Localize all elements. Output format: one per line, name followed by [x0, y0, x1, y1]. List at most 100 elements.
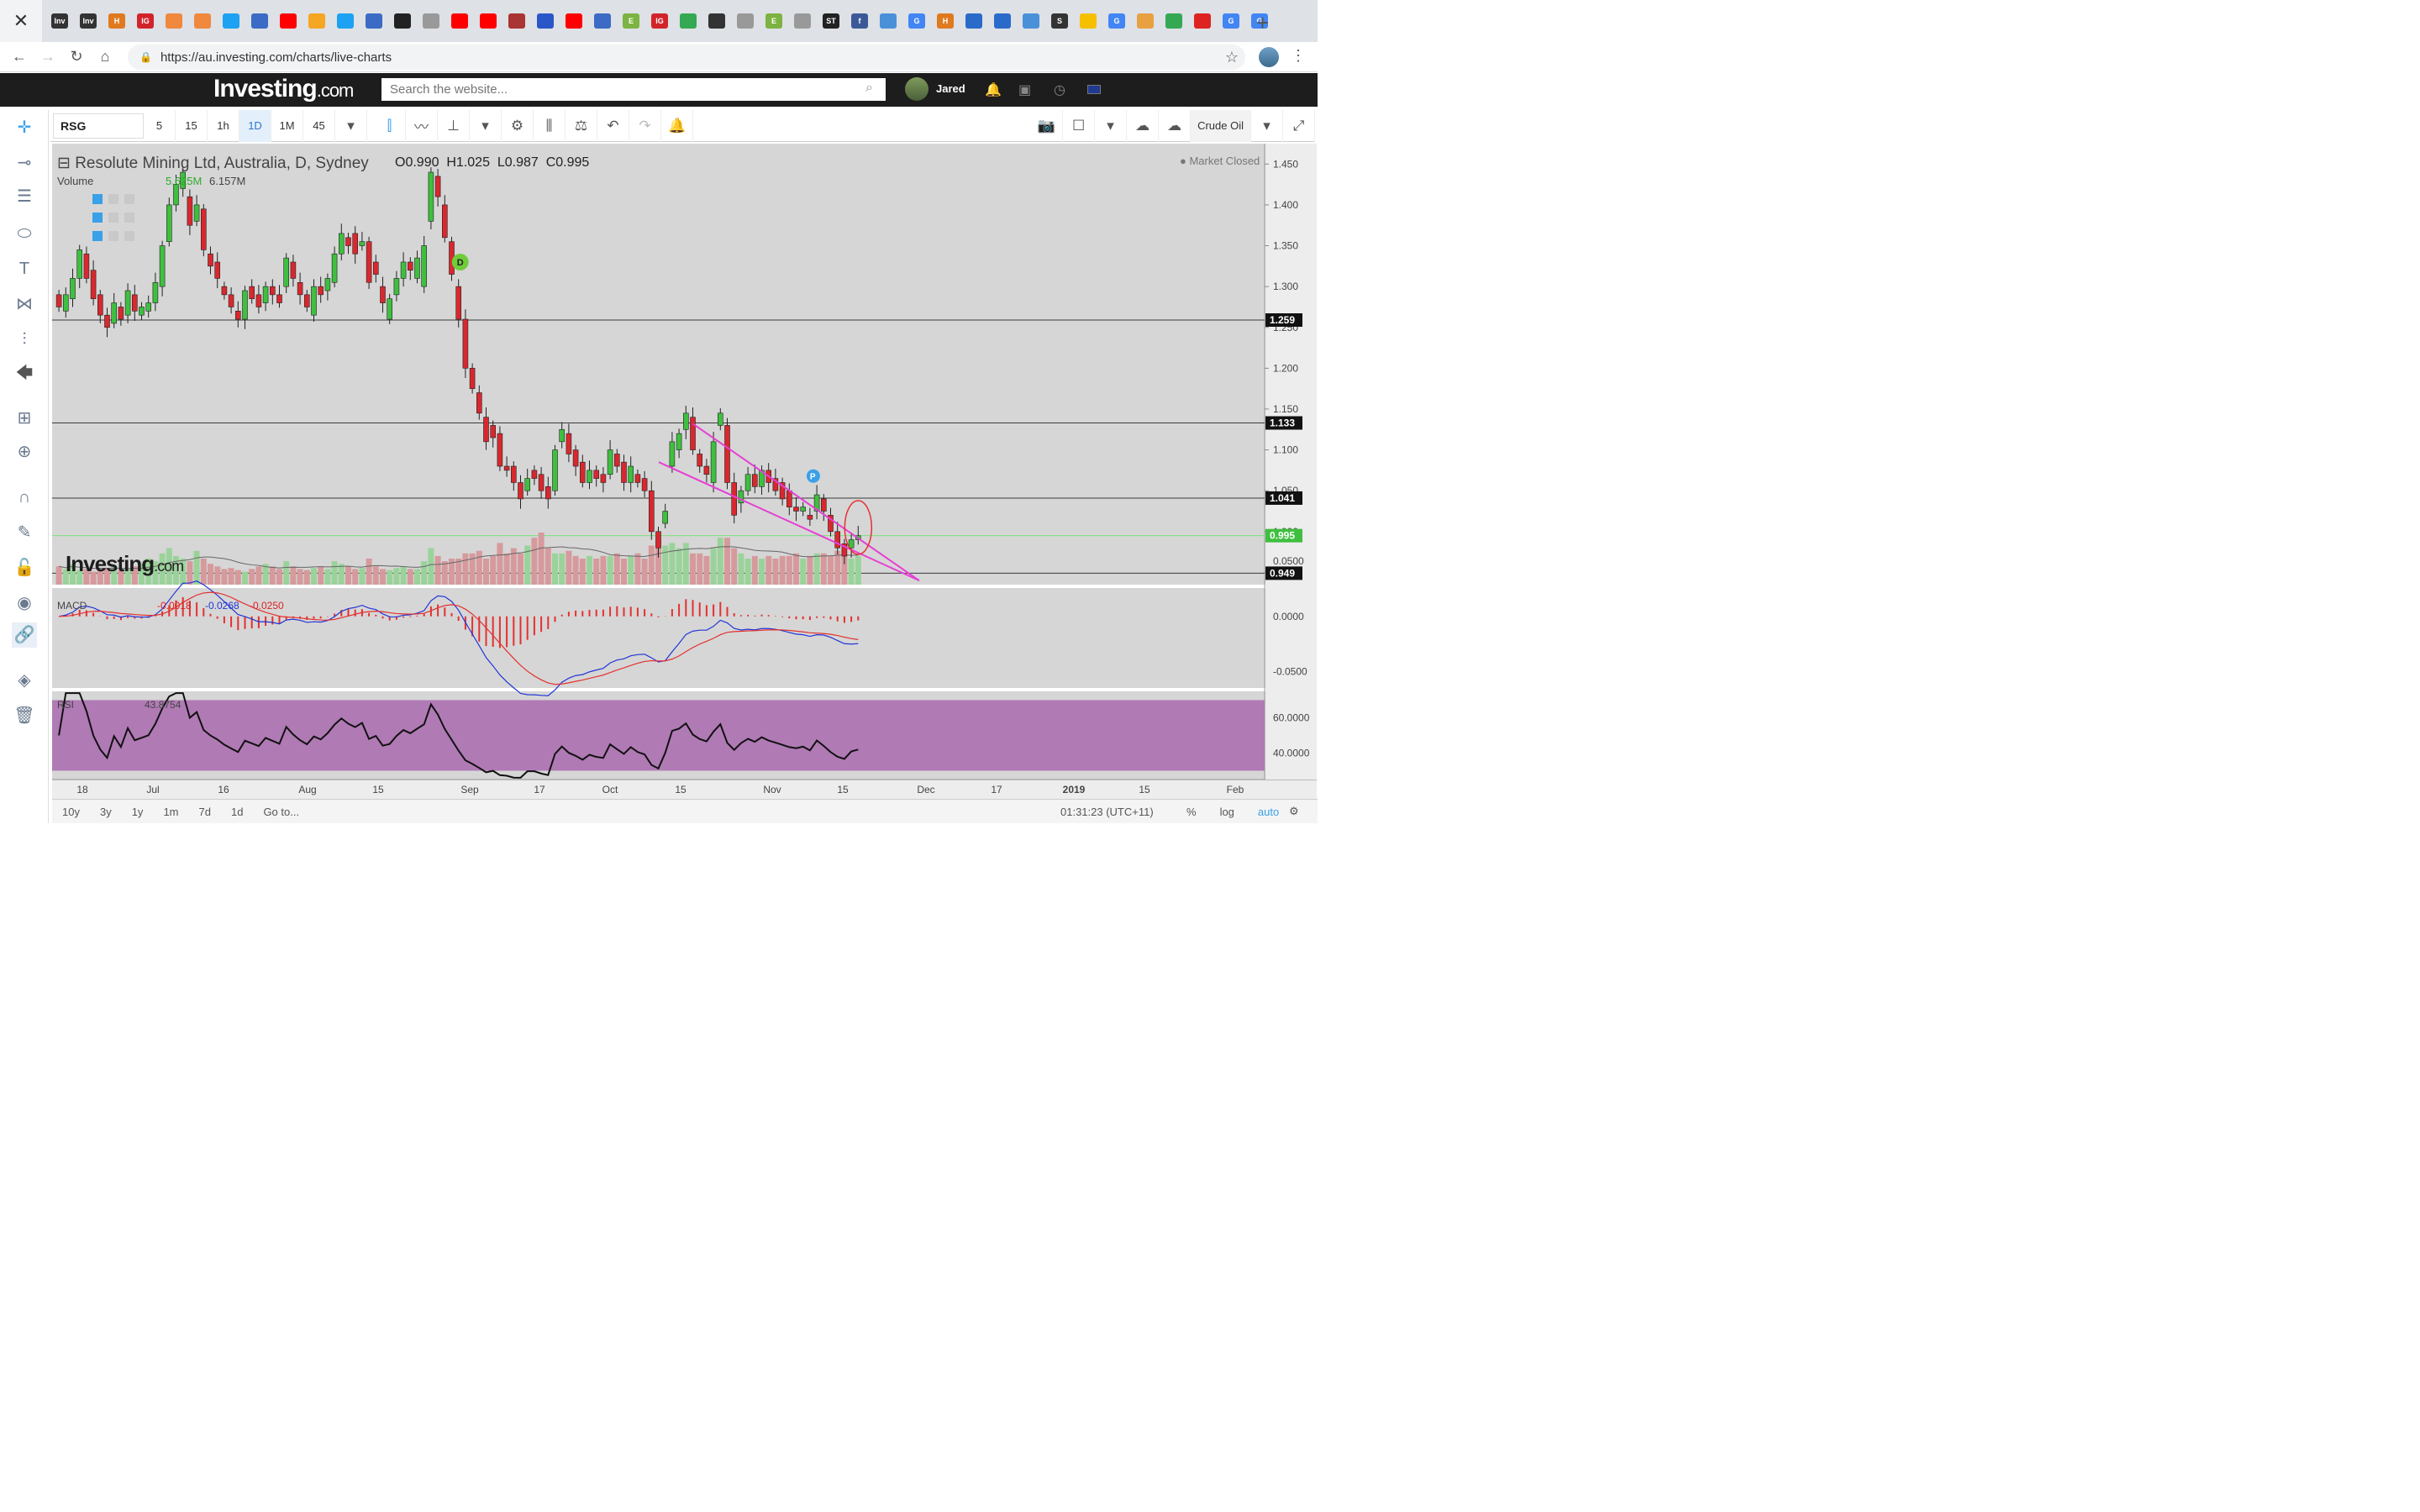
- visibility-icon[interactable]: ◉: [12, 591, 37, 616]
- bookmark-favicon-icon[interactable]: [166, 13, 182, 29]
- crosshair-icon[interactable]: ✛: [12, 115, 37, 140]
- bookmark-favicon-icon[interactable]: [566, 13, 582, 29]
- bookmark-favicon-icon[interactable]: IG: [651, 13, 668, 29]
- new-tab-icon[interactable]: +: [1256, 10, 1269, 36]
- bookmark-favicon-icon[interactable]: [508, 13, 525, 29]
- lock-drawings-icon[interactable]: 🔓: [12, 555, 37, 580]
- bookmark-favicon-icon[interactable]: [366, 13, 382, 29]
- site-search-input[interactable]: [381, 78, 886, 101]
- magnet-icon[interactable]: ∩: [12, 485, 37, 510]
- site-logo[interactable]: Investing.com: [213, 75, 354, 103]
- bookmark-favicon-icon[interactable]: [1080, 13, 1097, 29]
- layout-dropdown-icon[interactable]: ▾: [1095, 109, 1128, 142]
- clock-icon[interactable]: ◷: [1054, 81, 1065, 98]
- bookmark-favicon-icon[interactable]: [251, 13, 268, 29]
- bookmark-favicon-icon[interactable]: [394, 13, 411, 29]
- bookmark-favicon-icon[interactable]: [1023, 13, 1039, 29]
- undo-icon[interactable]: ↶: [597, 109, 629, 142]
- bookmark-favicon-icon[interactable]: [337, 13, 354, 29]
- scale-option-%[interactable]: %: [1186, 806, 1197, 818]
- interval-button[interactable]: 5: [144, 109, 176, 142]
- interval-button[interactable]: 45: [303, 109, 335, 142]
- compare-icon[interactable]: ⚖: [566, 109, 597, 142]
- bookmark-star-icon[interactable]: ☆: [1225, 49, 1239, 66]
- range-button[interactable]: 1y: [122, 806, 154, 818]
- range-button[interactable]: 10y: [52, 806, 90, 818]
- australia-flag-icon[interactable]: [1087, 85, 1101, 94]
- reload-icon[interactable]: ↻: [62, 48, 91, 66]
- bookmark-favicon-icon[interactable]: G: [1108, 13, 1125, 29]
- bookmark-favicon-icon[interactable]: [537, 13, 554, 29]
- bookmark-favicon-icon[interactable]: H: [937, 13, 954, 29]
- bookmark-favicon-icon[interactable]: [994, 13, 1011, 29]
- range-button[interactable]: 7d: [189, 806, 221, 818]
- bookmark-favicon-icon[interactable]: f: [851, 13, 868, 29]
- zoom-in-icon[interactable]: ⊕: [12, 439, 37, 465]
- bookmark-favicon-icon[interactable]: [280, 13, 297, 29]
- portfolio-icon[interactable]: ▣: [1018, 81, 1031, 98]
- redo-icon[interactable]: ↷: [629, 109, 661, 142]
- interval-dropdown-icon[interactable]: ▾: [335, 109, 367, 142]
- layout-icon[interactable]: ☐: [1063, 109, 1096, 142]
- range-button[interactable]: 3y: [90, 806, 122, 818]
- bookmark-favicon-icon[interactable]: E: [765, 13, 782, 29]
- range-button[interactable]: Go to...: [253, 806, 309, 818]
- bookmark-favicon-icon[interactable]: [308, 13, 325, 29]
- browser-menu-icon[interactable]: ⋮: [1291, 47, 1306, 65]
- measure-icon[interactable]: ⊞: [12, 406, 37, 431]
- home-icon[interactable]: ⌂: [91, 48, 119, 66]
- bookmark-favicon-icon[interactable]: ST: [823, 13, 839, 29]
- text-tool-icon[interactable]: T: [12, 256, 37, 281]
- bars-icon[interactable]: ⊥: [438, 109, 470, 142]
- instrument-select[interactable]: Crude Oil: [1191, 109, 1251, 142]
- bookmark-favicon-icon[interactable]: [480, 13, 497, 29]
- bookmark-favicon-icon[interactable]: [223, 13, 239, 29]
- bookmark-favicon-icon[interactable]: [680, 13, 697, 29]
- bookmark-favicon-icon[interactable]: [194, 13, 211, 29]
- bookmark-favicon-icon[interactable]: Inv: [80, 13, 97, 29]
- bookmark-favicon-icon[interactable]: [965, 13, 982, 29]
- bell-icon[interactable]: 🔔: [985, 81, 1002, 98]
- settings-gear-icon[interactable]: ⚙: [502, 109, 534, 142]
- bookmark-favicon-icon[interactable]: [423, 13, 439, 29]
- trash-icon[interactable]: 🗑: [12, 703, 37, 728]
- fullscreen-icon[interactable]: ⤢: [1283, 109, 1315, 142]
- bookmark-favicon-icon[interactable]: [1194, 13, 1211, 29]
- trend-line-icon[interactable]: ⊸: [12, 150, 37, 176]
- interval-button[interactable]: 15: [176, 109, 208, 142]
- scale-option-auto[interactable]: auto: [1258, 806, 1279, 818]
- interval-button[interactable]: 1h: [208, 109, 239, 142]
- bookmark-favicon-icon[interactable]: H: [108, 13, 125, 29]
- bookmark-favicon-icon[interactable]: [1165, 13, 1182, 29]
- chart-area[interactable]: 1.450 1.400 1.350 1.300 1.250 1.200 1.150 1.100…: [52, 144, 1317, 799]
- back-arrow-icon[interactable]: 🡄: [12, 360, 37, 386]
- instrument-dropdown-icon[interactable]: ▾: [1251, 109, 1283, 142]
- back-icon[interactable]: ←: [5, 48, 34, 66]
- cloud-upload-icon[interactable]: ☁: [1159, 109, 1192, 142]
- link-icon[interactable]: 🔗: [12, 622, 37, 648]
- symbol-input[interactable]: RSG: [53, 113, 144, 139]
- chart-settings-gear-icon[interactable]: ⚙: [1289, 805, 1299, 818]
- bookmark-favicon-icon[interactable]: [737, 13, 754, 29]
- profile-avatar[interactable]: [1259, 47, 1279, 67]
- range-button[interactable]: 1m: [153, 806, 188, 818]
- scale-option-log[interactable]: log: [1220, 806, 1234, 818]
- chart-canvas[interactable]: 1.4501.4001.3501.3001.2501.2001.1501.100…: [52, 144, 1317, 799]
- candles-icon[interactable]: ⫿: [374, 109, 406, 142]
- bookmark-favicon-icon[interactable]: E: [623, 13, 639, 29]
- bookmark-favicon-icon[interactable]: Inv: [51, 13, 68, 29]
- bookmark-favicon-icon[interactable]: G: [1223, 13, 1239, 29]
- range-button[interactable]: 1d: [221, 806, 253, 818]
- cloud-download-icon[interactable]: ☁: [1127, 109, 1160, 142]
- bookmark-favicon-icon[interactable]: [708, 13, 725, 29]
- prediction-icon[interactable]: ⫶: [12, 327, 37, 352]
- indicators-icon[interactable]: ⫼: [534, 109, 566, 142]
- bookmark-favicon-icon[interactable]: G: [908, 13, 925, 29]
- url-field[interactable]: 🔒 https://au.investing.com/charts/live-c…: [128, 45, 1245, 70]
- close-tab-icon[interactable]: ✕: [0, 0, 42, 42]
- forward-icon[interactable]: →: [34, 48, 62, 66]
- shapes-icon[interactable]: ⬭: [12, 221, 37, 246]
- search-icon[interactable]: ⌕: [865, 81, 873, 96]
- bookmark-favicon-icon[interactable]: [1137, 13, 1154, 29]
- interval-button[interactable]: 1D: [239, 109, 271, 142]
